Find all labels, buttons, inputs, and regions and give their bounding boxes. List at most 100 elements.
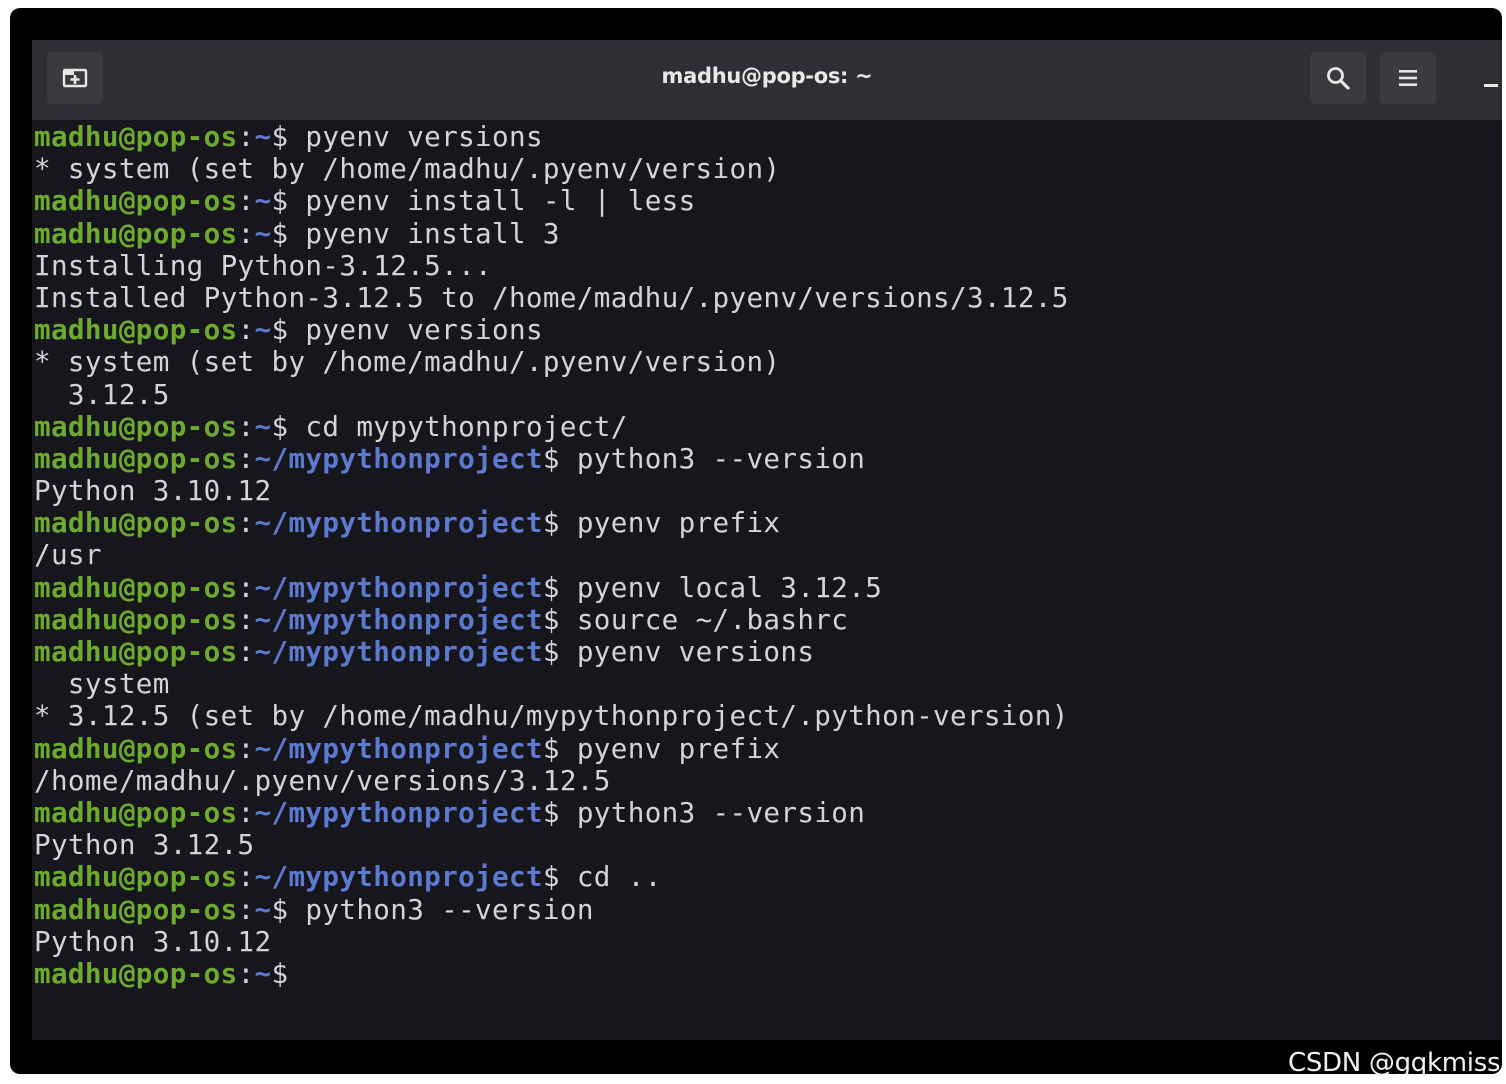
output-line: Python 3.10.12 (34, 474, 272, 508)
prompt-user: madhu@pop-os (34, 731, 238, 765)
prompt-symbol: $ (542, 795, 560, 829)
prompt-line: madhu@pop-os:~/mypythonproject$ python3 … (34, 795, 1500, 829)
command-text: cd .. (559, 860, 662, 894)
output-line: system (34, 667, 170, 701)
prompt-line: madhu@pop-os:~$ cd mypythonproject/ (34, 409, 1500, 443)
prompt-line: madhu@pop-os:~$ python3 --version (34, 892, 1500, 926)
output-line: /usr (34, 538, 102, 572)
prompt-separator: : (237, 860, 255, 894)
prompt-user: madhu@pop-os (34, 184, 238, 218)
prompt-user: madhu@pop-os (34, 441, 238, 475)
prompt-user: madhu@pop-os (34, 506, 238, 540)
prompt-user: madhu@pop-os (34, 216, 238, 250)
command-text: pyenv versions (288, 313, 543, 347)
prompt-path: ~/mypythonproject (254, 635, 543, 668)
prompt-separator: : (237, 216, 255, 250)
prompt-separator: : (237, 184, 255, 218)
prompt-user: madhu@pop-os (34, 120, 238, 153)
prompt-separator: : (237, 313, 255, 347)
prompt-user: madhu@pop-os (34, 409, 238, 443)
command-text: pyenv versions (559, 635, 815, 668)
prompt-path: ~ (254, 184, 272, 218)
prompt-symbol: $ (542, 635, 560, 668)
menu-button[interactable] (1380, 52, 1436, 104)
prompt-path: ~ (254, 892, 272, 926)
prompt-path: ~ (254, 216, 272, 250)
command-text: cd mypythonproject/ (288, 409, 628, 443)
output-line: Installed Python-3.12.5 to /home/madhu/.… (34, 280, 1069, 314)
prompt-symbol: $ (542, 441, 560, 475)
prompt-line: madhu@pop-os:~/mypythonproject$ pyenv ve… (34, 635, 1500, 668)
prompt-path: ~/mypythonproject (254, 506, 543, 540)
prompt-symbol: $ (542, 731, 560, 765)
prompt-line: madhu@pop-os:~/mypythonproject$ python3 … (34, 441, 1500, 475)
prompt-line: madhu@pop-os:~/mypythonproject$ source ~… (34, 602, 1500, 636)
command-text: python3 --version (559, 795, 866, 829)
prompt-path: ~/mypythonproject (254, 441, 543, 475)
search-button[interactable] (1310, 52, 1366, 104)
prompt-path: ~ (254, 120, 272, 153)
prompt-user: madhu@pop-os (34, 635, 238, 668)
command-text: pyenv local 3.12.5 (559, 570, 883, 604)
prompt-user: madhu@pop-os (34, 602, 238, 636)
output-line: * system (set by /home/madhu/.pyenv/vers… (34, 345, 781, 379)
command-text: pyenv prefix (559, 506, 781, 540)
prompt-symbol: $ (271, 216, 289, 250)
prompt-line: madhu@pop-os:~$ pyenv install 3 (34, 216, 1500, 250)
hamburger-menu-icon (1399, 70, 1417, 86)
prompt-line: madhu@pop-os:~/mypythonproject$ pyenv pr… (34, 731, 1500, 765)
output-line: /home/madhu/.pyenv/versions/3.12.5 (34, 763, 611, 797)
command-text: source ~/.bashrc (559, 602, 849, 636)
terminal-output[interactable]: madhu@pop-os:~$ pyenv versions * system (… (34, 120, 1500, 990)
prompt-user: madhu@pop-os (34, 892, 238, 926)
prompt-path: ~/mypythonproject (254, 570, 543, 604)
command-text: pyenv prefix (559, 731, 781, 765)
prompt-path: ~/mypythonproject (254, 602, 543, 636)
prompt-path: ~/mypythonproject (254, 795, 543, 829)
output-line: Python 3.10.12 (34, 924, 272, 958)
command-text: python3 --version (559, 441, 866, 475)
prompt-line: madhu@pop-os:~/mypythonproject$ cd .. (34, 861, 1500, 893)
title-bar: madhu@pop-os: ~ (32, 40, 1502, 120)
prompt-path: ~/mypythonproject (254, 860, 543, 894)
prompt-user: madhu@pop-os (34, 860, 238, 894)
prompt-path: ~ (254, 956, 272, 990)
window-title: madhu@pop-os: ~ (661, 64, 873, 88)
command-text: pyenv versions (288, 120, 543, 153)
prompt-separator: : (237, 409, 255, 443)
prompt-symbol: $ (271, 120, 289, 153)
screenshot-frame: madhu@pop-os: ~ madhu@pop-os:~$ pyenv ve… (10, 8, 1502, 1074)
prompt-user: madhu@pop-os (34, 313, 238, 347)
prompt-separator: : (237, 731, 255, 765)
prompt-user: madhu@pop-os (34, 570, 238, 604)
minimize-icon[interactable] (1484, 84, 1498, 87)
prompt-separator: : (237, 120, 255, 153)
prompt-symbol: $ (542, 860, 560, 894)
terminal-window: madhu@pop-os: ~ madhu@pop-os:~$ pyenv ve… (32, 40, 1502, 1040)
prompt-separator: : (237, 956, 255, 990)
prompt-separator: : (237, 892, 255, 926)
command-text: pyenv install 3 (288, 216, 560, 250)
prompt-symbol: $ (271, 313, 289, 347)
prompt-separator: : (237, 441, 255, 475)
prompt-symbol: $ (542, 570, 560, 604)
prompt-path: ~ (254, 313, 272, 347)
prompt-line: madhu@pop-os:~$ pyenv install -l | less (34, 185, 1500, 217)
prompt-line: madhu@pop-os:~/mypythonproject$ pyenv pr… (34, 507, 1500, 539)
command-text: python3 --version (288, 892, 594, 926)
output-line: Installing Python-3.12.5... (34, 248, 492, 282)
prompt-separator: : (237, 602, 255, 636)
prompt-line: madhu@pop-os:~$ pyenv versions (34, 314, 1500, 346)
watermark: CSDN @gqkmiss (1288, 1048, 1501, 1074)
prompt-symbol: $ (542, 602, 560, 636)
prompt-symbol: $ (542, 506, 560, 540)
prompt-separator: : (237, 635, 255, 668)
prompt-line: madhu@pop-os:~$ (34, 956, 1500, 990)
command-text: pyenv install -l | less (288, 184, 696, 218)
output-line: 3.12.5 (34, 377, 170, 411)
prompt-separator: : (237, 570, 255, 604)
prompt-line: madhu@pop-os:~$ pyenv versions (34, 120, 1500, 153)
output-line: * 3.12.5 (set by /home/madhu/mypythonpro… (34, 699, 1069, 733)
prompt-path: ~ (254, 409, 272, 443)
prompt-symbol: $ (271, 409, 289, 443)
